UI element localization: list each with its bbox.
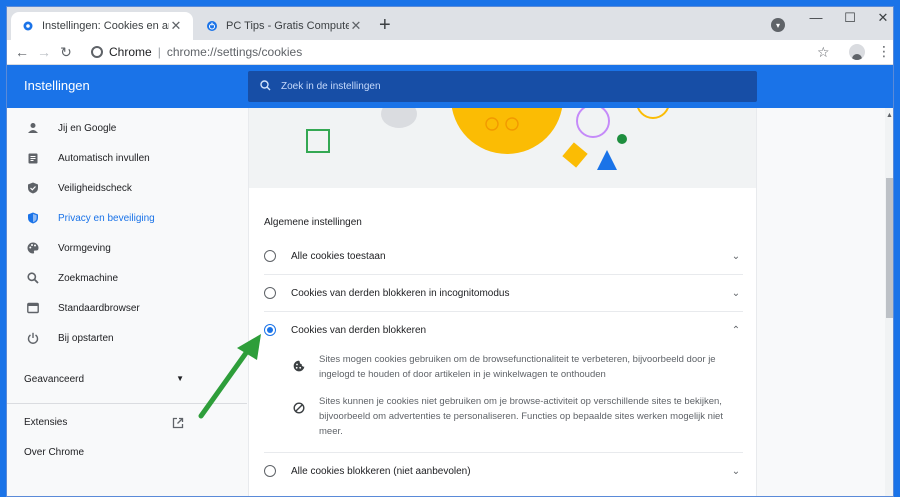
chevron-up-icon[interactable]: ⌃: [729, 325, 743, 336]
option-allow-all-cookies[interactable]: Alle cookies toestaan ⌄: [264, 238, 743, 274]
sidebar-item-label: Vormgeving: [58, 242, 111, 254]
option-block-all-cookies[interactable]: Alle cookies blokkeren (niet aanbevolen)…: [264, 453, 743, 489]
sidebar-advanced-label: Geavanceerd: [24, 374, 85, 385]
tab-pc-tips[interactable]: PC Tips - Gratis Computer Tips, s ✕: [195, 12, 373, 40]
settings-search[interactable]: [248, 71, 757, 102]
sidebar-item-autofill[interactable]: Automatisch invullen: [7, 143, 247, 173]
person-icon: [26, 121, 40, 135]
sidebar-item-search-engine[interactable]: Zoekmachine: [7, 263, 247, 293]
search-icon: [26, 271, 40, 285]
cookies-illustration: [249, 108, 756, 188]
palette-icon: [26, 241, 40, 255]
profile-avatar[interactable]: [849, 44, 865, 60]
tab-title: Instellingen: Cookies en andere s: [42, 20, 169, 32]
sidebar-item-appearance[interactable]: Vormgeving: [7, 233, 247, 263]
address-origin: Chrome: [109, 45, 152, 59]
option-label: Alle cookies toestaan: [291, 250, 386, 262]
close-icon[interactable]: ✕: [349, 18, 363, 34]
close-window-button[interactable]: ✕: [869, 10, 893, 26]
minimize-button[interactable]: —: [802, 10, 830, 25]
open-in-new-icon: [172, 417, 184, 432]
annotation-arrow: [198, 334, 261, 419]
shield-check-icon: [26, 181, 40, 195]
gear-icon: [21, 19, 35, 33]
new-tab-button[interactable]: +: [379, 15, 391, 35]
address-bar[interactable]: Chrome | chrome://settings/cookies: [91, 41, 837, 63]
sidebar-item-label: Zoekmachine: [58, 272, 119, 284]
browser-icon: [26, 301, 40, 315]
maximize-button[interactable]: ☐: [836, 10, 864, 26]
sidebar-item-label: Privacy en beveiliging: [58, 212, 155, 224]
forward-icon[interactable]: →: [33, 44, 55, 60]
chevron-down-icon[interactable]: ⌄: [729, 288, 743, 299]
reload-icon[interactable]: ↻: [55, 44, 77, 61]
scroll-up-icon[interactable]: ▲: [886, 112, 893, 119]
detail-cross-site-blocked: Sites kunnen je cookies niet gebruiken o…: [292, 394, 732, 439]
sidebar-item-you-and-google[interactable]: Jij en Google: [7, 113, 247, 143]
sidebar-item-label: Bij opstarten: [58, 332, 114, 344]
address-separator: |: [157, 45, 161, 59]
tab-settings[interactable]: Instellingen: Cookies en andere s ✕: [11, 12, 193, 40]
option-block-third-party[interactable]: Cookies van derden blokkeren ⌃: [264, 312, 743, 348]
browser-window: Instellingen: Cookies en andere s ✕ PC T…: [6, 6, 894, 497]
sidebar-item-label: Standaardbrowser: [58, 302, 140, 314]
sidebar-advanced[interactable]: Geavanceerd ▼: [24, 374, 184, 385]
sidebar-about-chrome[interactable]: Over Chrome: [24, 447, 84, 458]
option-label: Cookies van derden blokkeren in incognit…: [291, 287, 510, 299]
sidebar-extensions-label: Extensies: [24, 417, 68, 428]
radio-button[interactable]: [264, 250, 276, 262]
address-url: chrome://settings/cookies: [166, 45, 303, 59]
tab-search-icon[interactable]: ▾: [771, 18, 785, 32]
cookies-settings-card: Algemene instellingen Alle cookies toest…: [248, 108, 757, 496]
detail-cookies-allowed: Sites mogen cookies gebruiken om de brow…: [292, 352, 732, 382]
power-icon: [205, 19, 219, 33]
search-input[interactable]: [281, 81, 701, 92]
settings-content: Jij en Google Automatisch invullen Veili…: [7, 108, 893, 496]
scrollbar[interactable]: ▲: [885, 108, 893, 496]
back-icon[interactable]: ←: [11, 44, 33, 60]
sidebar-item-safety-check[interactable]: Veiligheidscheck: [7, 173, 247, 203]
option-label: Cookies van derden blokkeren: [291, 324, 427, 336]
section-title: Algemene instellingen: [264, 217, 362, 228]
option-block-third-party-incognito[interactable]: Cookies van derden blokkeren in incognit…: [264, 275, 743, 311]
clipboard-icon: [26, 151, 40, 165]
shield-icon: [26, 211, 40, 225]
tab-strip: Instellingen: Cookies en andere s ✕ PC T…: [7, 7, 893, 40]
detail-text: Sites kunnen je cookies niet gebruiken o…: [319, 396, 723, 437]
bookmark-star-icon[interactable]: ☆: [817, 44, 830, 61]
caret-down-icon: ▼: [176, 374, 184, 383]
radio-button[interactable]: [264, 287, 276, 299]
sidebar-item-privacy[interactable]: Privacy en beveiliging: [7, 203, 247, 233]
chevron-down-icon[interactable]: ⌄: [729, 466, 743, 477]
option-label: Alle cookies blokkeren (niet aanbevolen): [291, 465, 471, 477]
sidebar-item-default-browser[interactable]: Standaardbrowser: [7, 293, 247, 323]
page-title: Instellingen: [24, 78, 90, 93]
detail-text: Sites mogen cookies gebruiken om de brow…: [319, 354, 716, 380]
sidebar-item-label: Automatisch invullen: [58, 152, 150, 164]
radio-button[interactable]: [264, 465, 276, 477]
sidebar-extensions[interactable]: Extensies: [24, 417, 184, 432]
cookie-icon: [292, 352, 306, 382]
scrollbar-thumb[interactable]: [886, 178, 893, 318]
chevron-down-icon[interactable]: ⌄: [729, 251, 743, 262]
chrome-icon: [91, 46, 103, 58]
menu-icon[interactable]: ⋮: [877, 43, 891, 60]
sidebar-item-label: Jij en Google: [58, 122, 117, 134]
tab-title: PC Tips - Gratis Computer Tips, s: [226, 20, 349, 32]
search-icon: [260, 79, 271, 94]
sidebar-item-label: Veiligheidscheck: [58, 182, 132, 194]
toolbar: ← → ↻ Chrome | chrome://settings/cookies…: [7, 40, 893, 65]
close-icon[interactable]: ✕: [169, 18, 183, 34]
settings-header: Instellingen: [7, 65, 893, 108]
block-icon: [292, 394, 306, 439]
power-icon: [26, 331, 40, 345]
sidebar: Jij en Google Automatisch invullen Veili…: [7, 108, 247, 496]
